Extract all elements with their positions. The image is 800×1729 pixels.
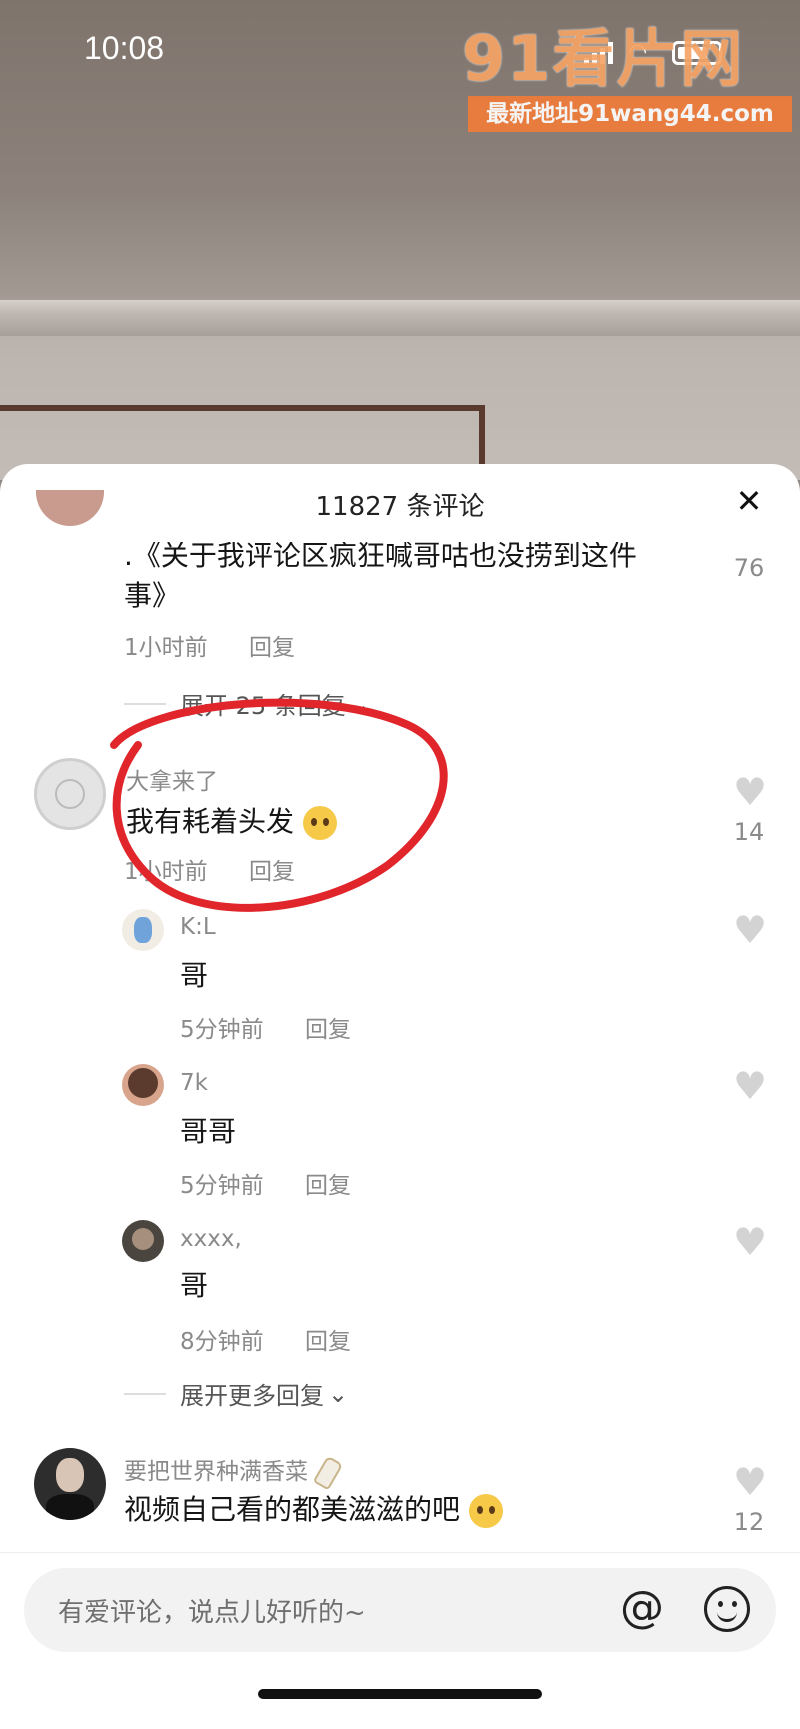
heart-icon[interactable]: ♥: [730, 1067, 770, 1105]
avatar[interactable]: [122, 1064, 164, 1106]
avatar[interactable]: [122, 909, 164, 951]
reply-time: 8分钟前: [180, 1329, 264, 1355]
reply-button[interactable]: 回复: [249, 859, 295, 885]
avatar[interactable]: [34, 1448, 106, 1520]
reply-text: 哥: [180, 959, 209, 992]
expand-replies-button[interactable]: 展开 25 条回复 ⌄: [124, 689, 370, 721]
reply-time: 5分钟前: [180, 1017, 264, 1043]
comment-meta: 1小时前 回复: [124, 628, 295, 662]
comment-time: 1小时前: [124, 635, 208, 661]
reply-author[interactable]: 7k: [180, 1070, 208, 1096]
reply-meta: 5分钟前 回复: [180, 1166, 351, 1200]
comment-text-body: 我有耗着头发: [126, 805, 295, 838]
watermark-url: 最新地址91wang44.com: [468, 96, 792, 132]
heart-icon[interactable]: ♥: [730, 1463, 770, 1501]
mention-icon[interactable]: @: [620, 1582, 664, 1633]
reply-text: 哥: [180, 1269, 209, 1302]
reply-meta: 8分钟前 回复: [180, 1322, 351, 1356]
heart-icon[interactable]: ♥: [730, 773, 770, 811]
expand-more-label: 展开更多回复: [180, 1382, 324, 1410]
comment-author[interactable]: 大拿来了: [126, 762, 218, 796]
reply-time: 5分钟前: [180, 1173, 264, 1199]
divider: [124, 702, 166, 705]
status-time: 10:08: [84, 30, 165, 66]
reply-author[interactable]: K:L: [180, 914, 216, 940]
avatar[interactable]: [122, 1220, 164, 1262]
heart-icon[interactable]: ♥: [730, 1223, 770, 1261]
like-count: 12: [733, 1508, 765, 1536]
comment-author[interactable]: 要把世界种满香菜: [124, 1452, 344, 1490]
reply-text: 哥哥: [180, 1115, 237, 1148]
reply-button[interactable]: 回复: [305, 1329, 351, 1355]
emoji-icon[interactable]: [704, 1586, 750, 1632]
expand-more-replies-button[interactable]: 展开更多回复 ⌄: [124, 1376, 348, 1411]
comment-meta: 1小时前 回复: [124, 852, 295, 886]
close-icon[interactable]: ✕: [734, 485, 764, 517]
expand-replies-label: 展开 25 条回复: [180, 692, 346, 720]
baby-bottle-icon: [313, 1455, 344, 1490]
like-count: 76: [733, 554, 765, 582]
ceiling-molding: [0, 300, 800, 336]
comment-time: 1小时前: [124, 859, 208, 885]
comment-text-continued: 事》: [124, 579, 181, 612]
comment-count-title: 11827 条评论: [315, 492, 485, 522]
reply-meta: 5分钟前 回复: [180, 1010, 351, 1044]
laughing-crying-emoji-icon: [468, 1494, 503, 1528]
comment-input-area: 有爱评论，说点儿好听的~ @: [0, 1552, 800, 1729]
comment-text: .《关于我评论区疯狂喊哥咕也没捞到这件: [124, 539, 637, 572]
home-indicator: [258, 1689, 542, 1699]
like-count: 14: [733, 818, 765, 846]
avatar[interactable]: [34, 758, 106, 830]
watermark: 91看片网 最新地址91wang44.com: [462, 8, 792, 132]
comment-sheet: 11827 条评论 ✕ .《关于我评论区疯狂喊哥咕也没捞到这件 事》 76 1小…: [0, 464, 800, 1729]
heart-icon[interactable]: ♥: [730, 911, 770, 949]
pleading-emoji-icon: [302, 806, 337, 840]
reply-author[interactable]: xxxx,: [180, 1226, 242, 1252]
chevron-down-icon: ⌄: [349, 689, 370, 718]
divider: [124, 1392, 166, 1395]
comment-text: 我有耗着头发: [126, 800, 337, 840]
reply-button[interactable]: 回复: [249, 635, 295, 661]
picture-frame: [0, 405, 485, 465]
comment-text-body: 视频自己看的都美滋滋的吧: [124, 1493, 461, 1526]
watermark-logo: 91看片网: [462, 22, 745, 95]
comment-author-label: 要把世界种满香菜: [124, 1459, 308, 1485]
reply-button[interactable]: 回复: [305, 1173, 351, 1199]
comment-input-placeholder: 有爱评论，说点儿好听的~: [58, 1598, 366, 1628]
comment-text: 视频自己看的都美滋滋的吧: [124, 1488, 503, 1528]
reply-button[interactable]: 回复: [305, 1017, 351, 1043]
comment-input[interactable]: 有爱评论，说点儿好听的~ @: [24, 1568, 776, 1652]
chevron-down-icon: ⌄: [328, 1379, 349, 1408]
